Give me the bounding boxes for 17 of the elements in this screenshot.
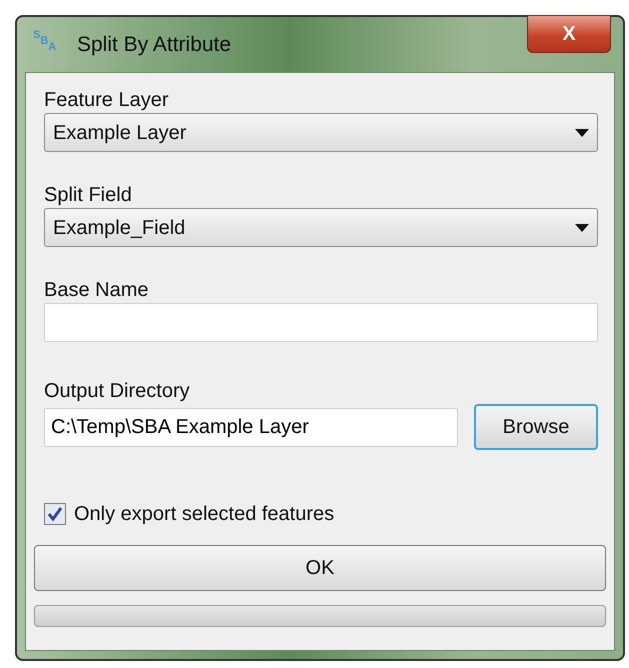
field-label: Feature Layer — [44, 88, 170, 113]
dropdown[interactable]: Example Layer — [44, 113, 598, 152]
text-field[interactable] — [44, 303, 598, 342]
checkbox-label: Only export selected features — [74, 502, 334, 527]
path-field[interactable]: C:\Temp\SBA Example Layer — [44, 408, 458, 447]
checkbox[interactable] — [44, 503, 66, 525]
field-label: Split Field — [44, 183, 133, 208]
close-button[interactable]: X — [527, 15, 611, 53]
field-label: Base Name — [44, 278, 150, 303]
browse-button[interactable]: Browse — [474, 404, 598, 450]
dropdown[interactable]: Example_Field — [44, 208, 598, 247]
caret-icon — [575, 128, 589, 136]
field-label: Output Directory — [44, 379, 191, 404]
app-icon: SBA — [33, 30, 63, 60]
ok-button[interactable]: OK — [34, 545, 606, 591]
window-title: Split By Attribute — [77, 32, 232, 58]
caret-icon — [575, 224, 589, 232]
